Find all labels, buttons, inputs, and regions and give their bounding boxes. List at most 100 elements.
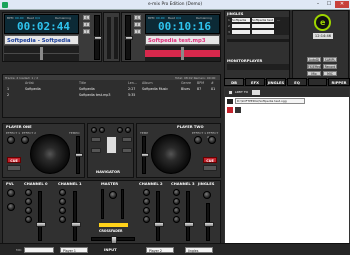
mix-button[interactable]: Mix xyxy=(307,71,321,76)
deck-a-pitch-handle[interactable] xyxy=(94,36,102,40)
ch3-gain-knob[interactable] xyxy=(173,189,180,196)
nav-auto-button[interactable] xyxy=(122,148,132,153)
ch1-fader[interactable] xyxy=(71,191,81,241)
jingles-fader[interactable] xyxy=(204,203,214,241)
nav-knob-4[interactable] xyxy=(125,127,131,133)
tab-eq[interactable]: EQ xyxy=(287,78,307,86)
col-bpm[interactable]: BPM xyxy=(197,81,204,85)
player-two-effect1-knob[interactable] xyxy=(194,136,202,144)
deck-b-s-button[interactable]: S xyxy=(134,15,141,20)
nav-knob-3[interactable] xyxy=(117,127,123,133)
table-row[interactable]: 1 Softpedia Softpedia 2:27 Softpedia Mus… xyxy=(3,87,220,92)
ch2-gain-knob[interactable] xyxy=(143,189,150,196)
close-button[interactable]: ✕ xyxy=(335,1,349,8)
maximize-button[interactable]: ☐ xyxy=(324,1,334,8)
col-length[interactable]: Len... xyxy=(128,81,137,85)
ch1-fader-handle[interactable] xyxy=(71,222,81,227)
limit-input[interactable] xyxy=(252,90,260,95)
col-genre[interactable]: Genre xyxy=(181,81,191,85)
ch2-high-knob[interactable] xyxy=(143,198,150,205)
ch0-low-knob[interactable] xyxy=(25,216,32,223)
jingle-row[interactable]: 2 xyxy=(227,24,289,29)
ch0-fader[interactable] xyxy=(36,191,46,241)
tab-db[interactable]: DB xyxy=(224,78,244,86)
ch0-high-knob[interactable] xyxy=(25,198,32,205)
ch0-gain-knob[interactable] xyxy=(25,189,32,196)
record-icon[interactable] xyxy=(227,107,233,113)
player-one-effect2-knob[interactable] xyxy=(21,136,29,144)
ch0-mid-knob[interactable] xyxy=(25,207,32,214)
ch1-gain-knob[interactable] xyxy=(59,189,66,196)
deck-b-pitch-handle[interactable] xyxy=(125,36,133,40)
pvl-knob[interactable] xyxy=(7,189,15,197)
fx-button[interactable]: FX/Effect xyxy=(307,64,322,69)
col-num[interactable]: # xyxy=(211,81,214,85)
nav-dpad[interactable] xyxy=(106,136,117,154)
master-knob[interactable] xyxy=(109,191,117,199)
ch3-fader[interactable] xyxy=(184,191,194,241)
player-two-tempo-slider[interactable] xyxy=(141,136,149,174)
player-one-effect1-knob[interactable] xyxy=(7,136,15,144)
path-field[interactable]: D:\SOFTPEDIA\Softpedia test.ogg xyxy=(235,98,305,104)
jingle-row[interactable]: 1 Softpedia Softpedia test --- xyxy=(227,18,289,23)
player-two-tempo-handle[interactable] xyxy=(141,153,149,157)
ch1-mid-knob[interactable] xyxy=(59,207,66,214)
nav-knob-1[interactable] xyxy=(91,127,97,133)
player2-select[interactable]: Player 2 xyxy=(146,247,174,253)
player-two-play-button[interactable] xyxy=(203,165,217,171)
pvl-knob-2[interactable] xyxy=(7,203,15,211)
deck-b-pitch-slider[interactable] xyxy=(125,15,133,60)
player-one-cue-button[interactable]: CUE xyxy=(7,157,21,163)
ch0-fader-handle[interactable] xyxy=(36,222,46,227)
jingles-fader-handle[interactable] xyxy=(204,222,214,227)
ch3-fader-handle[interactable] xyxy=(184,222,194,227)
player-one-tempo-handle[interactable] xyxy=(75,153,83,157)
tab-jingles[interactable]: JINGLES xyxy=(266,78,286,86)
ch2-fader[interactable] xyxy=(154,191,164,241)
mic-select[interactable] xyxy=(24,247,54,253)
jingle-row[interactable]: 3 xyxy=(227,30,289,35)
nav-load-left[interactable] xyxy=(91,137,101,142)
ch1-low-knob[interactable] xyxy=(59,216,66,223)
deck-a-s-button[interactable]: S xyxy=(83,15,90,20)
col-album[interactable]: Album xyxy=(142,81,153,85)
table-row[interactable]: 2 Softpedia test.mp3 5:35 xyxy=(3,93,220,98)
player-one-play-button[interactable] xyxy=(7,165,21,171)
ch3-high-knob[interactable] xyxy=(173,198,180,205)
deck-a-t-button[interactable]: T xyxy=(83,29,90,34)
jingles-select[interactable]: Jingles xyxy=(185,247,213,253)
player-one-jogwheel[interactable] xyxy=(30,134,70,174)
player-two-effect2-knob[interactable] xyxy=(208,136,216,144)
nav-load-right[interactable] xyxy=(122,137,132,142)
player1-select[interactable]: Player 1 xyxy=(60,247,88,253)
stop-icon[interactable] xyxy=(235,107,241,113)
jingles-volume-knob[interactable] xyxy=(203,191,211,199)
deck-b-t-button[interactable]: T xyxy=(134,29,141,34)
player-two-jogwheel[interactable] xyxy=(151,134,191,174)
nav-list-button[interactable] xyxy=(91,148,101,153)
player-one-tempo-slider[interactable] xyxy=(75,136,83,174)
ch3-low-knob[interactable] xyxy=(173,216,180,223)
ch1-high-knob[interactable] xyxy=(59,198,66,205)
deck-a-f-button[interactable]: F xyxy=(83,22,90,27)
deck-a-pitch-slider[interactable] xyxy=(94,15,102,60)
minimize-button[interactable]: – xyxy=(313,1,323,8)
folder-icon[interactable] xyxy=(227,99,233,104)
mic-button[interactable]: MIC xyxy=(323,71,337,76)
limit-checkbox[interactable] xyxy=(228,90,233,95)
tab-ripper[interactable]: RIPPER xyxy=(328,78,350,86)
ch3-mid-knob[interactable] xyxy=(173,207,180,214)
record-button[interactable]: Record xyxy=(323,64,337,69)
autodj-button[interactable]: AutoDJ xyxy=(307,57,321,62)
ch2-fader-handle[interactable] xyxy=(154,222,164,227)
deck-b-f-button[interactable]: F xyxy=(134,22,141,27)
crossfader-track[interactable] xyxy=(91,236,135,244)
sampler-button[interactable]: SAMPL xyxy=(323,57,337,62)
ch2-mid-knob[interactable] xyxy=(143,207,150,214)
tab-efx[interactable]: EFX xyxy=(245,78,265,86)
player-two-cue-button[interactable]: CUE xyxy=(203,157,217,163)
col-title[interactable]: Title xyxy=(79,81,86,85)
tab-blank[interactable] xyxy=(308,78,327,86)
ch2-low-knob[interactable] xyxy=(143,216,150,223)
nav-knob-2[interactable] xyxy=(99,127,105,133)
